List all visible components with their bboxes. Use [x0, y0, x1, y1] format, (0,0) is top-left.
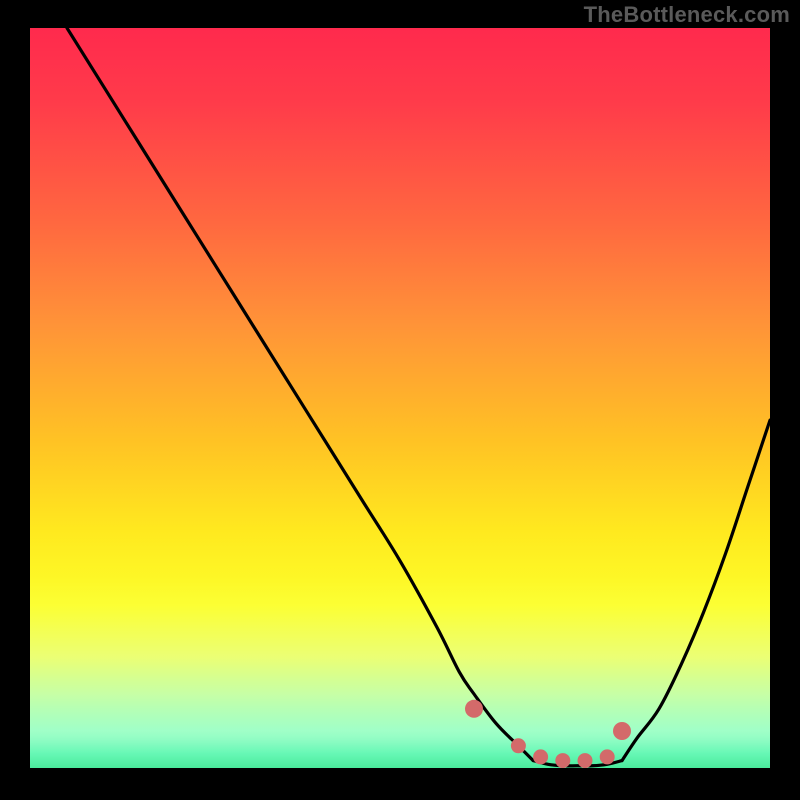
curve-left-branch: [67, 28, 533, 761]
curve-layer: [30, 28, 770, 768]
watermark-text: TheBottleneck.com: [584, 2, 790, 28]
curve-right-branch: [622, 420, 770, 760]
plot-area: [30, 28, 770, 768]
curve-valley-floor: [533, 761, 622, 766]
chart-stage: TheBottleneck.com: [0, 0, 800, 800]
